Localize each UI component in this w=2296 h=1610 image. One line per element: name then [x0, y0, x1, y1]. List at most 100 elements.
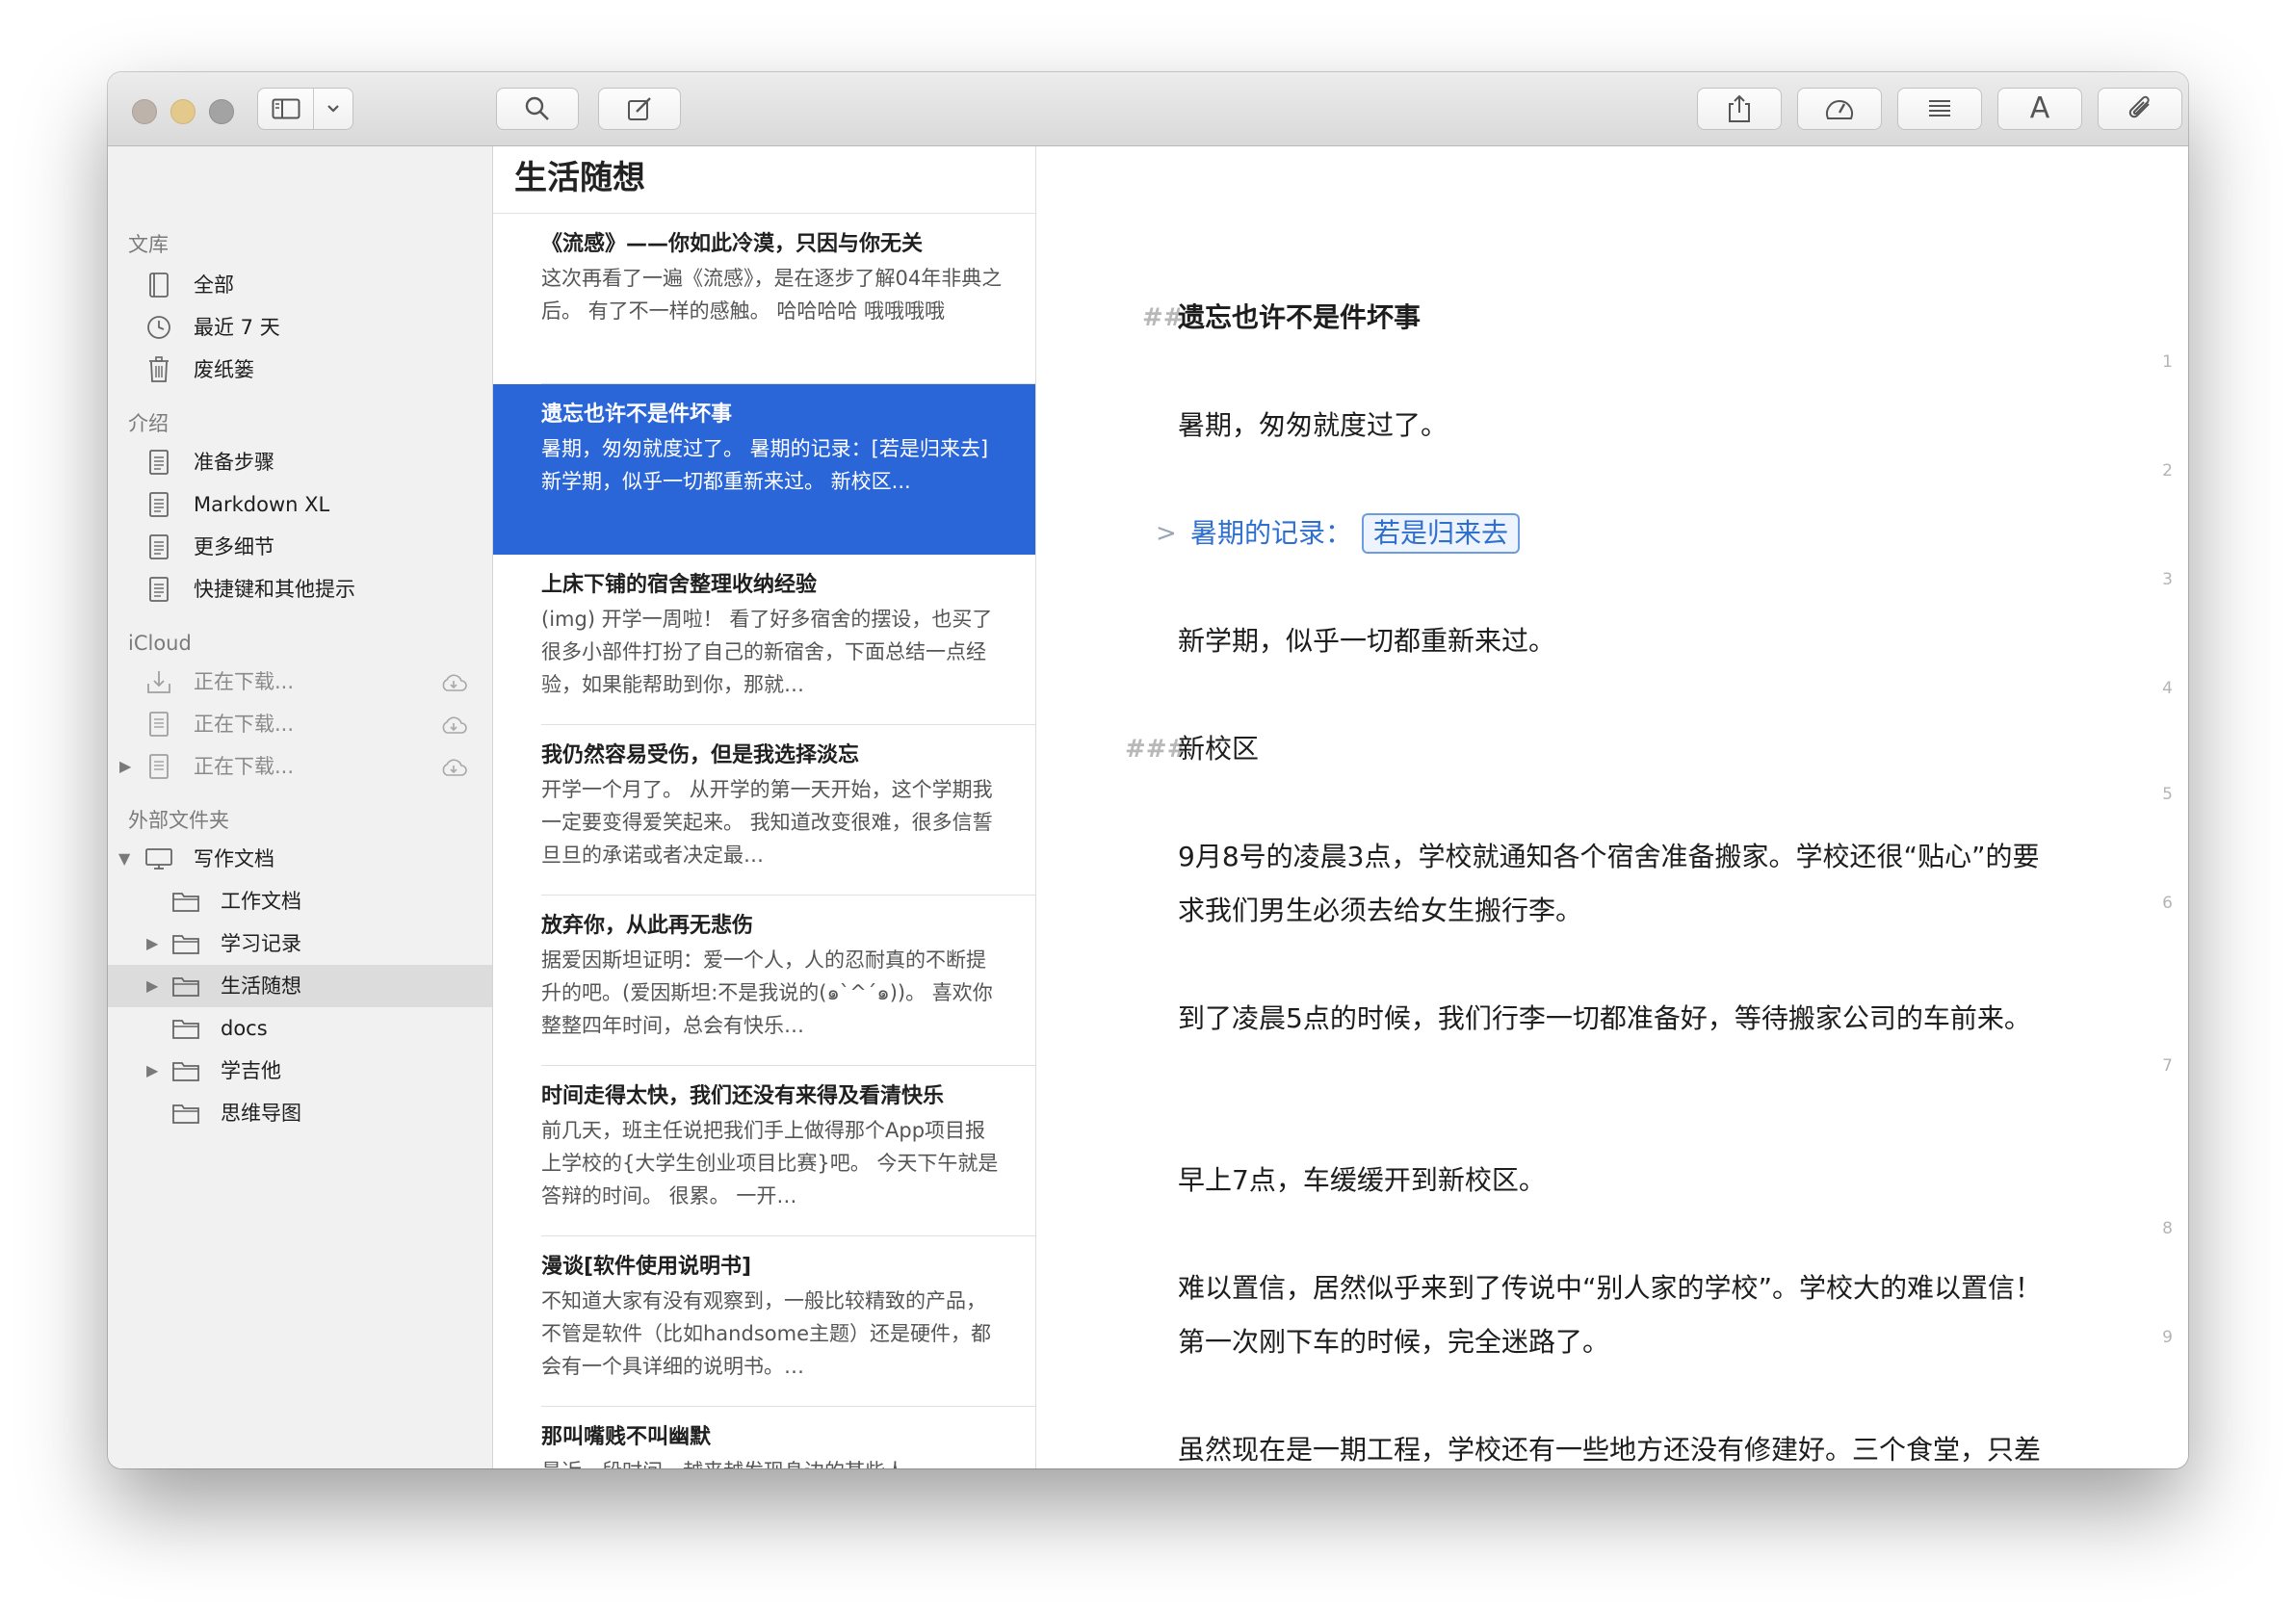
search-button[interactable] — [496, 88, 579, 130]
outline-button[interactable] — [1897, 88, 1982, 130]
sidebar-item-label: docs — [221, 1017, 268, 1040]
sidebar-item-folder-selected[interactable]: ▶ 生活随想 — [108, 965, 492, 1007]
sidebar-item-more-details[interactable]: 更多细节 — [108, 526, 492, 568]
paragraph[interactable]: 难以置信，居然似乎来到了传说中“别人家的学校”。学校大的难以置信！第一次刚下车的… — [1178, 1261, 2064, 1369]
sidebar-item-folder[interactable]: ▶ 学习记录 — [108, 922, 492, 965]
disclosure-triangle-icon[interactable]: ▶ — [119, 755, 131, 778]
sidebar-icon — [272, 98, 300, 119]
blockquote[interactable]: 暑期的记录： 若是归来去 — [1190, 506, 2076, 560]
toolbar: A — [108, 72, 2188, 146]
line-number: 3 — [2162, 570, 2173, 589]
document-icon — [144, 710, 173, 739]
sidebar-item-setup[interactable]: 准备步骤 — [108, 441, 492, 483]
note-item[interactable]: 放弃你，从此再无悲伤 据爱因斯坦证明：爱一个人，人的忍耐真的不断提升的吧。(爱因… — [493, 896, 1035, 1066]
minimize-window-button[interactable] — [170, 99, 196, 124]
sidebar-item-label: 全部 — [194, 273, 234, 297]
disclosure-triangle-icon[interactable]: ▶ — [146, 932, 158, 955]
disclosure-triangle-icon[interactable]: ▶ — [146, 1059, 158, 1082]
disclosure-triangle-open-icon[interactable]: ▼ — [118, 847, 130, 870]
paragraph[interactable]: 早上7点，车缓缓开到新校区。 — [1178, 1154, 2064, 1208]
compose-button[interactable] — [598, 88, 681, 130]
zoom-window-button[interactable] — [209, 99, 234, 124]
editor[interactable]: 1 2 3 4 5 6 7 8 9 10 ## 遗忘也许不是件坏事 暑期，匆匆就… — [1036, 146, 2188, 1468]
note-title: 上床下铺的宿舍整理收纳经验 — [541, 573, 818, 597]
stats-button[interactable] — [1797, 88, 1882, 130]
paragraph[interactable]: 到了凌晨5点的时候，我们行李一切都准备好，等待搬家公司的车前来。 — [1178, 992, 2064, 1046]
note-excerpt: (img) 开学一周啦！ 看了好多宿舍的摆设，也买了很多小部件打扮了自己的新宿舍… — [541, 608, 993, 696]
line-number: 8 — [2162, 1219, 2173, 1238]
disclosure-triangle-icon[interactable]: ▶ — [146, 974, 158, 998]
sidebar-item-icloud-downloading[interactable]: 正在下载... — [108, 703, 492, 745]
sidebar-toggle-group — [257, 88, 353, 130]
line-number: 6 — [2162, 894, 2173, 913]
line-number: 4 — [2162, 679, 2173, 698]
paragraph[interactable]: 暑期，匆匆就度过了。 — [1178, 399, 2064, 453]
folder-icon — [171, 1014, 200, 1043]
folder-icon — [171, 929, 200, 958]
paragraph[interactable]: 新学期，似乎一切都重新来过。 — [1178, 614, 2064, 668]
sidebar-item-label: 更多细节 — [194, 535, 274, 558]
sidebar-item-label: 正在下载... — [194, 713, 295, 736]
sidebar-toggle-button[interactable] — [258, 89, 315, 129]
internal-link[interactable]: 若是归来去 — [1362, 513, 1521, 554]
sidebar-item-folder[interactable]: 思维导图 — [108, 1092, 492, 1134]
sidebar-item-shortcuts[interactable]: 快捷键和其他提示 — [108, 568, 492, 610]
sidebar-item-label: 准备步骤 — [194, 451, 274, 474]
sidebar-item-recent[interactable]: 最近 7 天 — [108, 306, 492, 349]
note-excerpt: 据爱因斯坦证明：爱一个人，人的忍耐真的不断提升的吧。(爱因斯坦:不是我说的(๑`… — [541, 948, 993, 1037]
note-excerpt: 这次再看了一遍《流感》，是在逐步了解04年非典之后。 有了不一样的感触。 哈哈哈… — [541, 267, 1003, 323]
blockquote-text: 暑期的记录： — [1190, 517, 1353, 549]
sidebar-item-icloud-downloading[interactable]: ▶ 正在下载... — [108, 745, 492, 788]
compose-icon — [628, 97, 651, 120]
note-excerpt: 开学一个月了。 从开学的第一天开始，这个学期我一定要变得爱笑起来。 我知道改变很… — [541, 778, 993, 867]
paperclip-icon — [2128, 95, 2150, 118]
folder-icon — [171, 1099, 200, 1128]
attachment-button[interactable] — [2098, 88, 2182, 130]
note-item[interactable]: 《流感》——你如此冷漠，只因与你无关 这次再看了一遍《流感》，是在逐步了解04年… — [493, 214, 1035, 384]
document-icon — [144, 490, 173, 519]
sidebar-item-folder[interactable]: 工作文档 — [108, 880, 492, 922]
note-item[interactable]: 我仍然容易受伤，但是我选择淡忘 开学一个月了。 从开学的第一天开始，这个学期我一… — [493, 725, 1035, 896]
heading-3[interactable]: 新校区 — [1178, 722, 2064, 776]
sidebar-item-label: Markdown XL — [194, 493, 330, 516]
close-window-button[interactable] — [132, 99, 157, 124]
trash-icon — [144, 355, 173, 384]
notebook-icon — [144, 271, 173, 299]
view-menu-button[interactable] — [314, 89, 352, 129]
list-icon — [1929, 100, 1950, 117]
sidebar-item-writing-docs[interactable]: ▼ 写作文档 — [108, 838, 492, 880]
note-title: 时间走得太快，我们还没有来得及看清快乐 — [541, 1084, 945, 1108]
note-excerpt: 前几天，班主任说把我们手上做得那个App项目报上学校的{大学生创业项目比赛}吧。… — [541, 1119, 999, 1208]
clock-icon — [144, 313, 173, 342]
note-item[interactable]: 漫谈[软件使用说明书] 不知道大家有没有观察到，一般比较精致的产品，不管是软件（… — [493, 1236, 1035, 1407]
sidebar-item-folder[interactable]: docs — [108, 1007, 492, 1050]
section-external-folders: 外部文件夹 — [128, 809, 229, 832]
sidebar-item-markdown-xl[interactable]: Markdown XL — [108, 483, 492, 526]
sidebar-item-label: 正在下载... — [194, 755, 295, 778]
share-button[interactable] — [1697, 88, 1782, 130]
heading-2[interactable]: 遗忘也许不是件坏事 — [1178, 291, 2064, 345]
cloud-download-icon — [439, 672, 468, 697]
typography-button[interactable]: A — [1997, 88, 2082, 130]
paragraph[interactable]: 虽然现在是一期工程，学校还有一些地方还没有修建好。三个食堂，只差先完修建了一个，… — [1178, 1423, 2064, 1468]
note-item[interactable]: 那叫嘴贱不叫幽默 最近一段时间，越来越发现身边的某些人 — [493, 1407, 1035, 1468]
folder-icon — [171, 972, 200, 1000]
section-icloud: iCloud — [128, 632, 192, 655]
cloud-download-icon — [439, 714, 468, 740]
speedometer-icon — [1826, 100, 1853, 119]
sidebar-item-label: 学吉他 — [221, 1059, 281, 1082]
document-icon — [144, 752, 173, 781]
sidebar-item-label: 正在下载... — [194, 670, 295, 693]
sidebar-item-all[interactable]: 全部 — [108, 264, 492, 306]
share-icon — [1729, 94, 1750, 122]
sidebar: 文库 全部 最近 7 天 废纸篓 介绍 准备步骤 Markdown XL 更多细… — [108, 146, 493, 1468]
sidebar-item-label: 写作文档 — [194, 847, 274, 870]
sidebar-item-folder[interactable]: ▶ 学吉他 — [108, 1050, 492, 1092]
note-item[interactable]: 上床下铺的宿舍整理收纳经验 (img) 开学一周啦！ 看了好多宿舍的摆设，也买了… — [493, 555, 1035, 725]
sidebar-item-trash[interactable]: 废纸篓 — [108, 349, 492, 391]
note-item-selected[interactable]: 遗忘也许不是件坏事 暑期，匆匆就度过了。 暑期的记录：[若是归来去] 新学期，似… — [493, 384, 1035, 555]
sidebar-item-icloud-downloading[interactable]: 正在下载... — [108, 661, 492, 703]
paragraph[interactable]: 9月8号的凌晨3点，学校就通知各个宿舍准备搬家。学校还很“贴心”的要求我们男生必… — [1178, 830, 2064, 938]
typography-icon: A — [2029, 91, 2050, 125]
note-item[interactable]: 时间走得太快，我们还没有来得及看清快乐 前几天，班主任说把我们手上做得那个App… — [493, 1066, 1035, 1236]
